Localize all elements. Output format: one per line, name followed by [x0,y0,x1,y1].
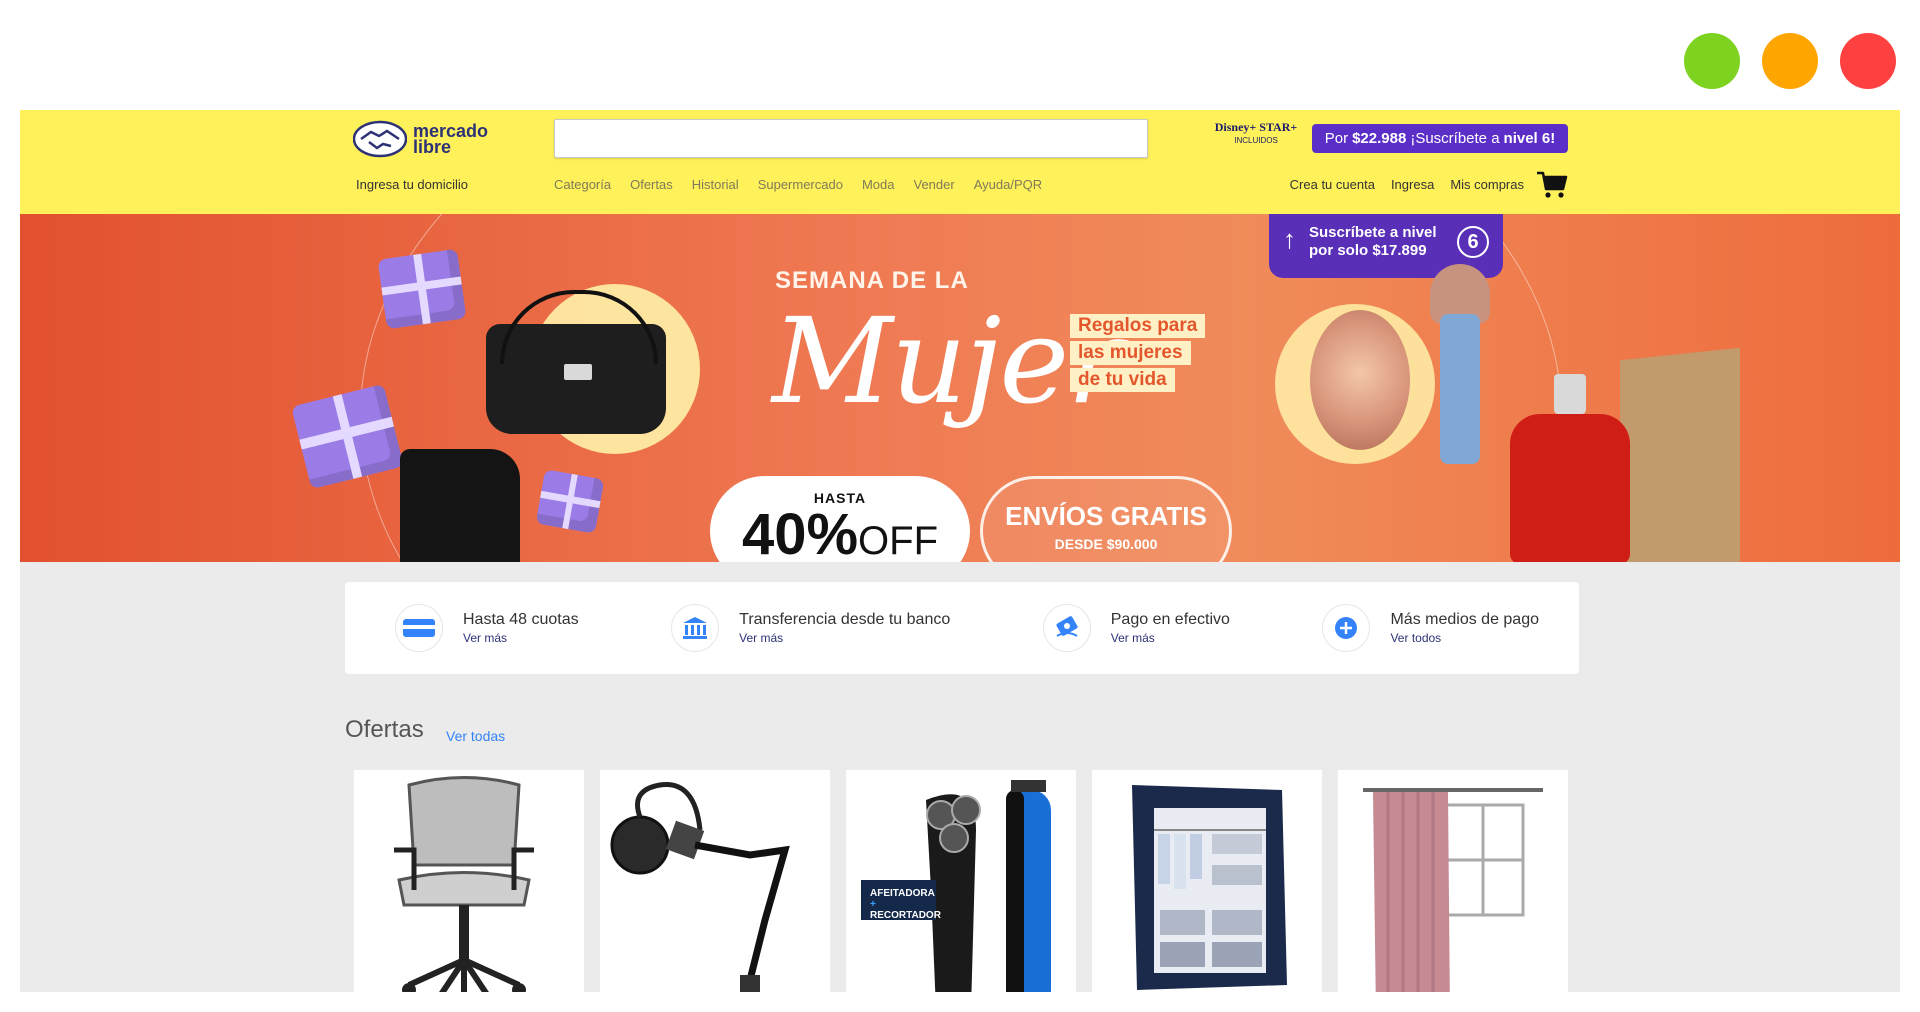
promo-price: $22.988 [1352,130,1407,147]
offer-card[interactable] [354,770,584,992]
cardboard-box-image [1620,347,1740,562]
cosmetic-tube-image [1440,314,1480,464]
cart-icon[interactable] [1536,170,1568,200]
promo-prefix: Por [1324,130,1349,147]
nav-ofertas[interactable]: Ofertas [630,177,673,192]
gift-box-image [377,248,467,330]
disney-sub: INCLUIDOS [1234,136,1278,145]
window-dot-orange [1762,33,1818,89]
nav-categoria[interactable]: Categoría [554,177,611,192]
payment-item-mas[interactable]: Más medios de pago Ver todos [1322,604,1539,652]
login-link[interactable]: Ingresa [1391,177,1434,192]
main-nav: Categoría Ofertas Historial Supermercado… [554,177,1042,192]
handbag-image [486,290,666,434]
nav-vender[interactable]: Vender [914,177,955,192]
discount-pct: 40%OFF [710,506,970,563]
nav-moda[interactable]: Moda [862,177,895,192]
account-nav: Crea tu cuenta Ingresa Mis compras [1290,177,1524,192]
gift-box-image [535,469,605,534]
banner-regalos: Regalos para las mujeres de tu vida [1070,314,1206,392]
nav-ayuda[interactable]: Ayuda/PQR [974,177,1042,192]
shaver-label-1: AFEITADORA [870,888,935,899]
hero-banner[interactable]: SEMANA DE LA Mujer Regalos para las muje… [20,214,1900,562]
free-shipping-badge: ENVÍOS GRATIS DESDE $90.000 [980,476,1232,562]
regalos-line-1: Regalos para [1070,314,1206,338]
offer-card[interactable] [1092,770,1322,992]
bank-icon [671,604,720,652]
offer-card[interactable] [1338,770,1568,992]
discount-value: 40% [741,502,859,563]
offer-card[interactable]: AFEITADORA + RECORTADOR [846,770,1076,992]
shaver-label-2: + [870,899,876,910]
level-badge: 6 [1457,226,1489,258]
cash-icon [1042,604,1091,652]
payment-link[interactable]: Ver más [463,631,579,645]
nav-historial[interactable]: Historial [692,177,739,192]
wardrobe-image [1132,785,1287,990]
plus-icon [1322,604,1371,652]
address-link[interactable]: Ingresa tu domicilio [356,177,468,192]
payment-link[interactable]: Ver más [1111,631,1230,645]
offer-card[interactable] [600,770,830,992]
payment-item-cuotas[interactable]: Hasta 48 cuotas Ver más [395,604,579,652]
shaver-label-3: RECORTADOR [870,910,941,921]
browser-viewport: mercado libre Disney+ STAR+ INCLUIDOS Po… [20,110,1900,992]
nav-supermercado[interactable]: Supermercado [758,177,843,192]
disney-label: Disney+ STAR+ [1214,120,1298,134]
promo-level: nivel 6! [1503,130,1556,147]
create-account-link[interactable]: Crea tu cuenta [1290,177,1375,192]
payment-methods-bar: Hasta 48 cuotas Ver más Transferencia de… [345,582,1579,674]
office-chair-image [394,776,534,992]
perfume-bottle-image [1510,374,1630,562]
payment-item-transferencia[interactable]: Transferencia desde tu banco Ver más [671,604,950,652]
offers-carousel: AFEITADORA + RECORTADOR [354,770,1568,992]
envios-subtitle: DESDE $90.000 [1054,536,1158,552]
logo-line-2: libre [413,137,452,157]
shaver-image [861,780,1051,992]
logo-text: mercado libre [413,122,488,157]
payment-title: Hasta 48 cuotas [463,611,579,628]
discount-off: OFF [858,519,939,562]
ofertas-ver-todas-link[interactable]: Ver todas [446,728,505,744]
discount-badge: HASTA 40%OFF [710,476,970,562]
regalos-line-2: las mujeres [1070,341,1191,365]
window-dot-green [1684,33,1740,89]
payment-title: Transferencia desde tu banco [739,611,951,628]
section-title-ofertas: Ofertas [345,716,424,743]
disney-star-badge[interactable]: Disney+ STAR+ INCLUIDOS [1208,121,1304,157]
payment-link[interactable]: Ver más [739,631,950,645]
handshake-logo-icon [353,120,407,158]
mercado-libre-logo[interactable]: mercado libre [353,120,488,158]
my-purchases-link[interactable]: Mis compras [1450,177,1524,192]
credit-card-icon [395,604,443,652]
boot-image [400,449,520,562]
regalos-line-3: de tu vida [1070,368,1175,392]
payment-link[interactable]: Ver todos [1390,631,1539,645]
wristwatch-image [1310,240,1410,520]
search-input[interactable] [554,119,1148,158]
payment-title: Más medios de pago [1390,611,1539,628]
payment-item-efectivo[interactable]: Pago en efectivo Ver más [1042,604,1230,652]
subscription-promo-button[interactable]: Por $22.988 ¡Suscríbete a nivel 6! [1312,124,1568,153]
promo-text: ¡Suscríbete a [1410,130,1500,147]
envios-title: ENVÍOS GRATIS [1005,501,1207,531]
window-dot-red [1840,33,1896,89]
curtain-image [1363,788,1543,992]
banner-title-top: SEMANA DE LA [775,267,969,294]
microphone-arm-image [610,782,790,992]
site-header: mercado libre Disney+ STAR+ INCLUIDOS Po… [20,110,1900,214]
arrow-up-icon: ↑ [1283,224,1296,254]
payment-title: Pago en efectivo [1110,611,1230,628]
shaver-label: AFEITADORA + RECORTADOR [870,888,941,921]
